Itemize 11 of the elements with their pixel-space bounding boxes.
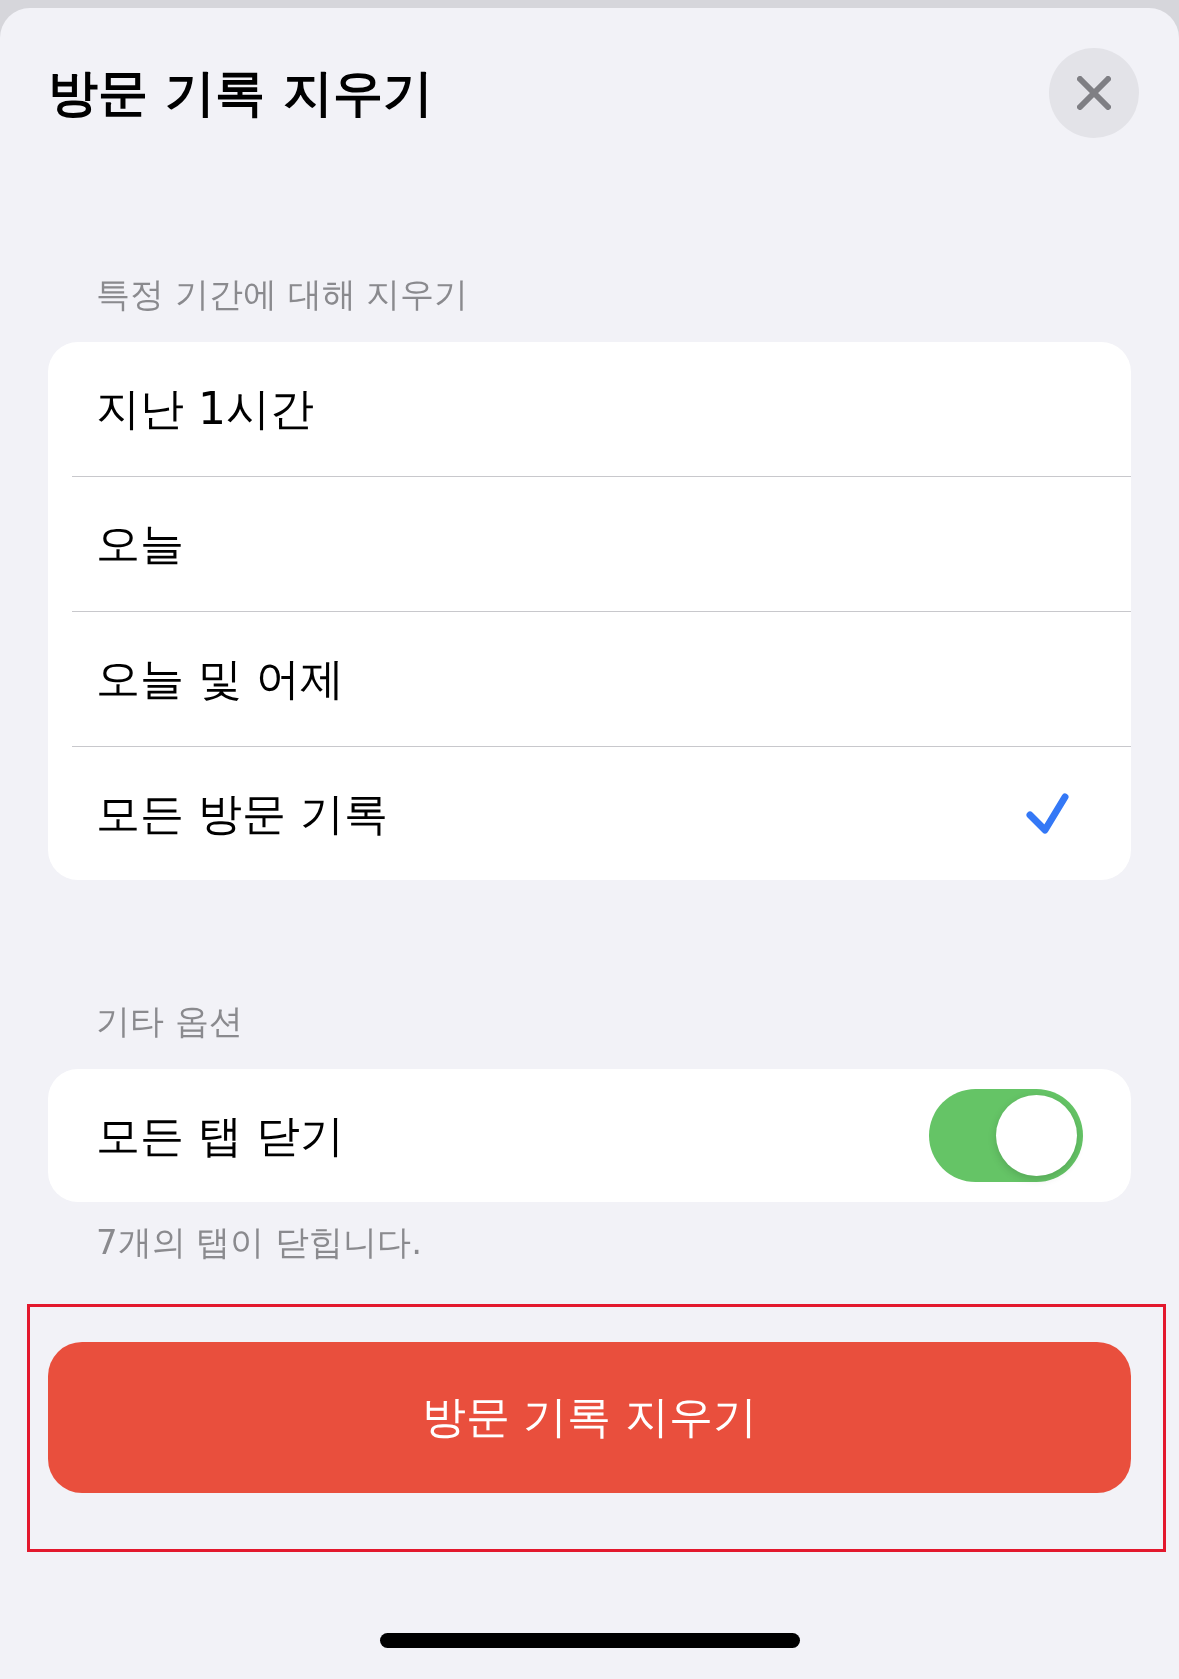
clear-history-button[interactable]: 방문 기록 지우기	[48, 1342, 1131, 1493]
section-header: 기타 옵션	[96, 1001, 243, 1041]
list-option[interactable]: 오늘 및 어제	[48, 612, 1131, 746]
list-option[interactable]: 오늘	[48, 477, 1131, 611]
list-option[interactable]: 지난 1시간	[48, 342, 1131, 476]
sheet-title: 방문 기록 지우기	[48, 63, 433, 123]
section-header: 특정 기간에 대해 지우기	[96, 274, 469, 314]
list-option[interactable]: 모든 방문 기록	[48, 747, 1131, 880]
option-label: 모든 탭 닫기	[96, 1109, 344, 1162]
section-footer: 7개의 탭이 닫힙니다.	[96, 1222, 423, 1262]
close-icon	[1077, 76, 1111, 110]
